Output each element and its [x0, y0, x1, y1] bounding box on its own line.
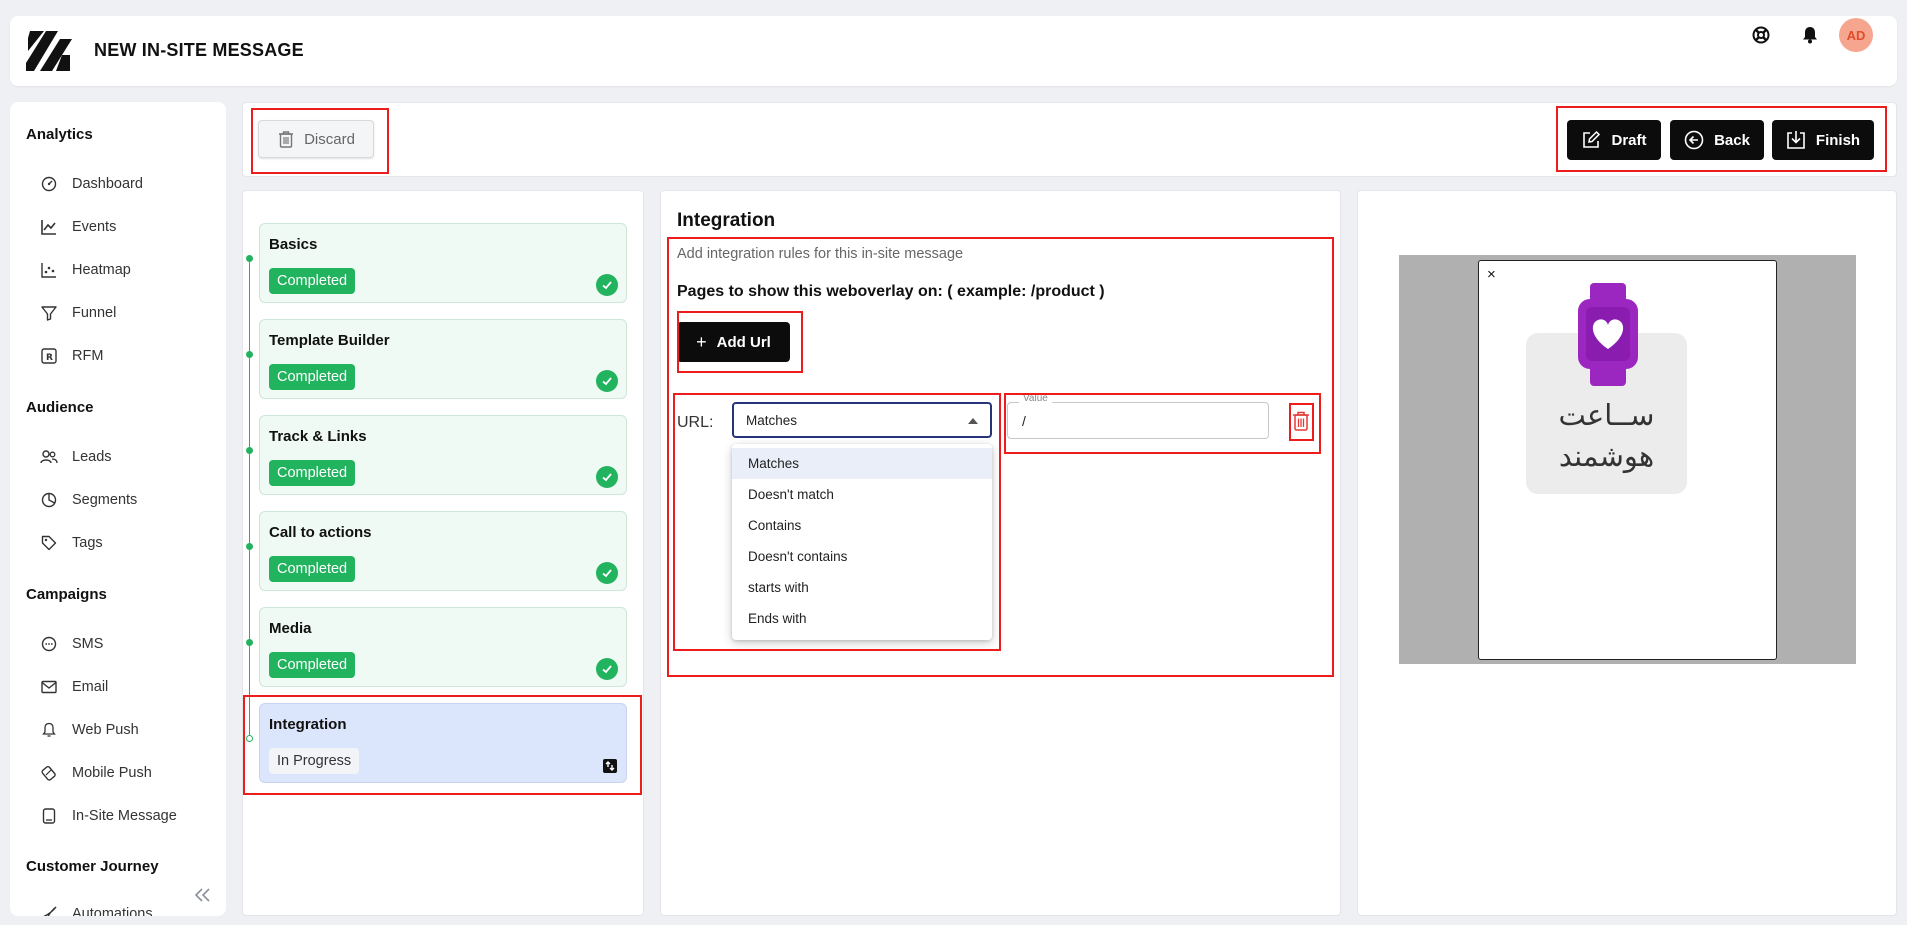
highlight-value-field [1004, 393, 1321, 454]
status-badge: Completed [269, 652, 356, 678]
page-title: NEW IN-SITE MESSAGE [94, 40, 304, 60]
highlight-integration-step [243, 695, 642, 795]
sidebar-item-email[interactable]: Email [40, 675, 108, 699]
sidebar-item-heatmap[interactable]: Heatmap [40, 258, 131, 282]
chat-icon [40, 635, 58, 653]
sidebar-item-rfm[interactable]: R RFM [40, 344, 103, 368]
highlight-discard [251, 108, 389, 174]
sidebar-item-leads[interactable]: Leads [40, 445, 112, 469]
sidebar-item-label: Mobile Push [72, 765, 152, 781]
status-badge: Completed [269, 364, 356, 390]
top-bar: NEW IN-SITE MESSAGE [10, 16, 1897, 86]
sidebar-item-label: Dashboard [72, 176, 143, 192]
status-badge: Completed [269, 268, 356, 294]
sidebar-section-analytics: Analytics [26, 126, 93, 143]
highlight-action-buttons [1556, 106, 1887, 172]
step-track-links[interactable]: Track & Links Completed [259, 415, 627, 495]
tag-icon [40, 534, 58, 552]
smartwatch-icon [1578, 283, 1638, 386]
check-icon [596, 658, 618, 680]
step-title: Track & Links [269, 428, 367, 445]
highlight-delete-rule [1289, 403, 1314, 441]
dashboard-icon [40, 175, 58, 193]
step-dot [246, 255, 253, 262]
sidebar-item-automations[interactable]: Automations [40, 902, 153, 916]
sidebar-item-label: Automations [72, 906, 153, 916]
sidebar-item-label: RFM [72, 348, 104, 364]
sidebar-item-web-push[interactable]: Web Push [40, 718, 139, 742]
sidebar-item-funnel[interactable]: Funnel [40, 301, 116, 325]
preview-close-icon[interactable]: × [1487, 266, 1496, 283]
step-title: Call to actions [269, 524, 372, 541]
brand-logo[interactable] [26, 29, 72, 73]
sidebar-item-label: Heatmap [72, 262, 131, 278]
preview-text-line2: هوشمند [1558, 439, 1655, 473]
sidebar-item-label: Funnel [72, 305, 117, 321]
tablet-icon [40, 807, 58, 825]
sidebar-item-in-site-message[interactable]: In-Site Message [40, 804, 177, 828]
integration-title: Integration [677, 210, 776, 231]
user-avatar[interactable]: AD [1839, 18, 1873, 52]
status-badge: Completed [269, 556, 356, 582]
highlight-url-select [673, 393, 1001, 651]
sidebar-section-customer-journey: Customer Journey [26, 858, 159, 875]
sidebar-item-events[interactable]: Events [40, 215, 116, 239]
check-icon [596, 466, 618, 488]
step-basics[interactable]: Basics Completed [259, 223, 627, 303]
sidebar-section-campaigns: Campaigns [26, 586, 107, 603]
step-title: Template Builder [269, 332, 390, 349]
scatter-icon [40, 261, 58, 279]
help-lifebuoy-icon[interactable] [1750, 24, 1772, 46]
pie-icon [40, 491, 58, 509]
check-icon [596, 562, 618, 584]
notification-bell-icon[interactable] [1799, 24, 1821, 46]
sidebar-item-sms[interactable]: SMS [40, 632, 103, 656]
svg-text:R: R [46, 353, 53, 363]
funnel-icon [40, 304, 58, 322]
mail-icon [40, 678, 58, 696]
collapse-sidebar-icon[interactable] [192, 884, 214, 906]
highlight-add-url [677, 311, 803, 373]
sidebar-item-label: Events [72, 219, 117, 235]
check-icon [596, 370, 618, 392]
step-dot [246, 639, 253, 646]
sidebar-item-label: Segments [72, 492, 138, 508]
chart-line-icon [40, 218, 58, 236]
status-badge: Completed [269, 460, 356, 486]
users-icon [40, 448, 58, 466]
sidebar: Analytics Dashboard Events Heatmap Funne… [10, 102, 226, 916]
sidebar-item-label: SMS [72, 636, 104, 652]
sidebar-item-label: Email [72, 679, 109, 695]
sidebar-item-mobile-push[interactable]: Mobile Push [40, 761, 152, 785]
sidebar-item-tags[interactable]: Tags [40, 531, 103, 555]
sidebar-item-label: Web Push [72, 722, 139, 738]
rfm-icon: R [40, 347, 58, 365]
step-media[interactable]: Media Completed [259, 607, 627, 687]
sidebar-item-label: In-Site Message [72, 808, 177, 824]
step-call-to-actions[interactable]: Call to actions Completed [259, 511, 627, 591]
bell-icon [40, 721, 58, 739]
step-dot [246, 543, 253, 550]
sidebar-item-label: Leads [72, 449, 112, 465]
sidebar-item-dashboard[interactable]: Dashboard [40, 172, 143, 196]
sidebar-item-segments[interactable]: Segments [40, 488, 137, 512]
step-template-builder[interactable]: Template Builder Completed [259, 319, 627, 399]
rocket-icon [40, 905, 58, 916]
steps-rail [249, 258, 250, 738]
preview-text-line1: ســاعت [1558, 398, 1655, 432]
check-icon [596, 274, 618, 296]
step-title: Basics [269, 236, 318, 253]
step-title: Media [269, 620, 312, 637]
step-dot [246, 447, 253, 454]
sidebar-item-label: Tags [72, 535, 103, 551]
sidebar-section-audience: Audience [26, 399, 94, 416]
step-dot [246, 351, 253, 358]
mobile-push-icon [40, 764, 58, 782]
